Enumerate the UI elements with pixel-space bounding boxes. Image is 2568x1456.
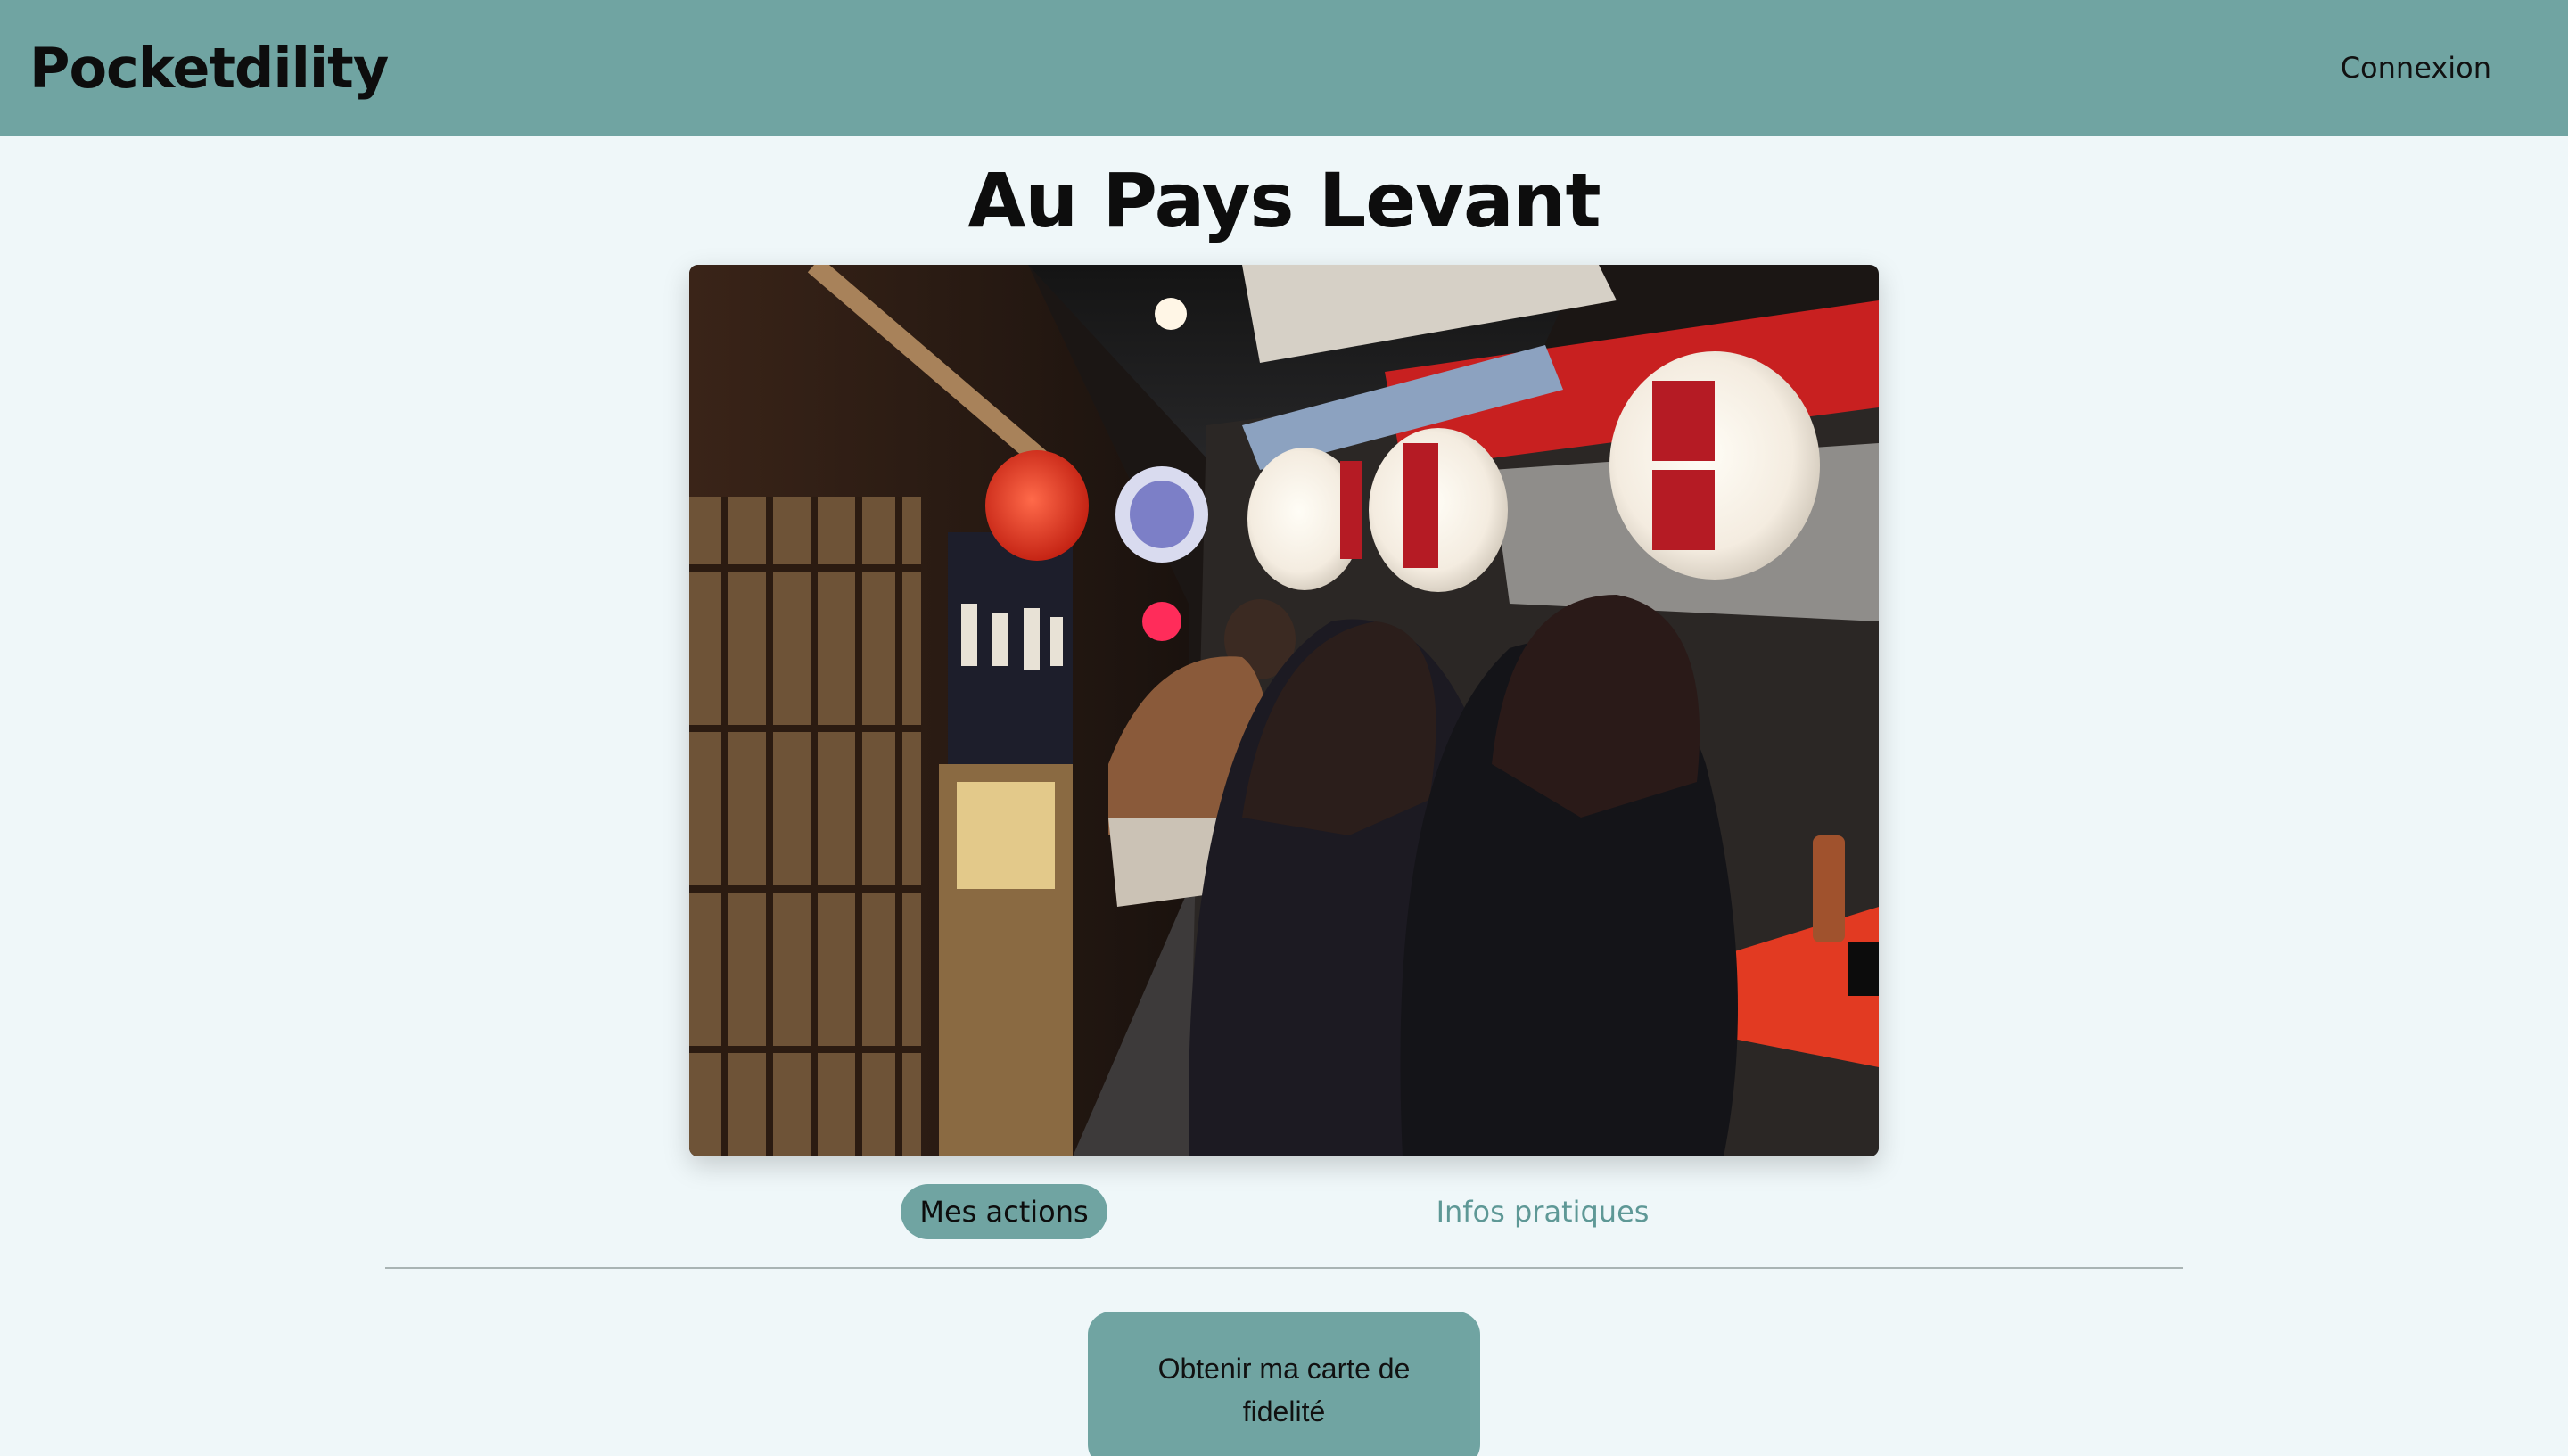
tabs-divider [385, 1267, 2183, 1269]
top-navbar: Pocketdility Connexion [0, 0, 2568, 136]
tab-infos-pratiques[interactable]: Infos pratiques [1418, 1184, 1667, 1239]
login-link[interactable]: Connexion [2341, 51, 2491, 85]
get-loyalty-card-button[interactable]: Obtenir ma carte de fidelité [1088, 1312, 1480, 1456]
restaurant-photo [689, 265, 1879, 1156]
restaurant-name: Au Pays Levant [967, 157, 1601, 244]
section-tabs: Mes actions Infos pratiques [0, 1184, 2568, 1239]
tab-mes-actions[interactable]: Mes actions [901, 1184, 1107, 1239]
brand-logo[interactable]: Pocketdility [29, 36, 389, 101]
